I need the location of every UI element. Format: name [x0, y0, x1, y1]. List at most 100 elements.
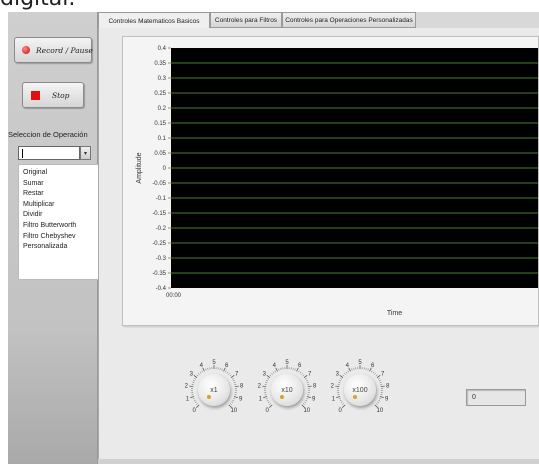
operation-selector-input[interactable] — [18, 146, 80, 160]
operation-selector-dropdown-button[interactable]: ▾ — [80, 146, 91, 160]
y-tick-label: 0.25 — [154, 91, 166, 97]
dial-number: 7 — [381, 372, 385, 378]
dial-tick — [269, 374, 272, 377]
operation-option[interactable]: Filtro Butterworth — [19, 221, 103, 232]
dial-tick — [192, 398, 195, 400]
knob-x10[interactable]: x10 — [271, 374, 303, 406]
dial-tick — [367, 368, 369, 371]
dial-number: 9 — [312, 397, 316, 403]
tab-label: Controles para Filtros — [214, 16, 278, 24]
dial-tick — [269, 404, 273, 408]
dial-tick — [379, 396, 384, 399]
dial-number: 1 — [259, 397, 263, 403]
dial-tick — [371, 370, 373, 373]
dial-tick — [303, 403, 305, 405]
dial-tick — [233, 396, 238, 399]
dial-tick — [199, 371, 202, 374]
numeric-indicator[interactable]: 0 — [466, 389, 526, 406]
dial-tick — [231, 378, 234, 380]
tab-controles-matematicos-basicos[interactable]: Controles Matematicos Basicos — [98, 12, 210, 29]
dial-tick — [380, 385, 385, 388]
dial-tick — [377, 378, 380, 380]
dial-tick — [292, 367, 294, 370]
dial-tick — [307, 385, 312, 388]
record-pause-button[interactable]: Record / Pause — [14, 37, 93, 63]
operation-option[interactable]: Multiplicar — [19, 200, 103, 211]
dial-number: 2 — [185, 384, 189, 390]
dial-tick — [221, 368, 223, 371]
dial-tick — [190, 396, 195, 399]
dial-tick — [379, 382, 382, 384]
stop-button[interactable]: Stop — [22, 82, 84, 108]
dial-tick — [201, 370, 203, 373]
dial-tick — [376, 403, 378, 405]
operation-option[interactable]: Personalizada — [19, 242, 103, 253]
dial-number: 7 — [308, 372, 312, 378]
dial-tick — [278, 368, 280, 371]
tab-label: Controles para Operaciones Personalizada… — [285, 16, 413, 24]
dial-number: 6 — [225, 363, 229, 369]
dial-tick — [304, 378, 307, 380]
knob-x1-label: x1 — [210, 386, 218, 394]
y-tick-label: -0.15 — [152, 211, 166, 217]
dial-tick — [230, 375, 235, 378]
dial-tick — [265, 382, 268, 384]
dial-tick — [303, 375, 308, 378]
dial-tick — [193, 380, 196, 382]
operation-selector-label: Seleccion de Operación — [8, 130, 88, 139]
operation-option[interactable]: Dividir — [19, 210, 103, 221]
dial-tick — [351, 368, 353, 371]
stop-label: Stop — [52, 90, 70, 100]
operation-option[interactable]: Sumar — [19, 179, 103, 190]
dial-tick — [228, 373, 230, 375]
y-tick-label: 0.35 — [154, 61, 166, 67]
dial-tick — [193, 399, 196, 402]
dial-tick — [198, 373, 200, 375]
knob-x100[interactable]: x100 — [344, 374, 376, 406]
dial-tick — [342, 404, 346, 408]
operation-option[interactable]: Restar — [19, 189, 103, 200]
dial-tick — [266, 380, 269, 382]
tab-controles-para-filtros[interactable]: Controles para Filtros — [210, 12, 282, 28]
y-tick-label: -0.35 — [152, 271, 166, 277]
dial-tick — [340, 378, 343, 380]
dial-tick — [376, 375, 381, 378]
knob-marker-icon — [280, 395, 284, 399]
dial-tick — [263, 396, 268, 399]
y-tick-label: 0.15 — [154, 121, 166, 127]
operation-option[interactable]: Filtro Chebyshev — [19, 232, 103, 243]
dial-tick — [272, 371, 275, 374]
dial-tick — [379, 398, 382, 400]
y-tick-label: -0.1 — [156, 196, 167, 202]
dial-number: 10 — [230, 408, 237, 414]
dial-tick — [267, 378, 270, 380]
knob-marker-icon — [207, 395, 211, 399]
waveform-plot: 0.4 0.35 0.3 0.25 0.2 0.15 0.1 0.05 0 -0.05 -0.1 -0… — [136, 46, 538, 317]
dial-tick — [339, 380, 342, 382]
dial-tick — [374, 373, 376, 375]
dial-tick — [193, 375, 198, 378]
dial-tick — [233, 382, 236, 384]
tab-controles-operaciones-personalizadas[interactable]: Controles para Operaciones Personalizada… — [282, 12, 416, 28]
dial-tick — [345, 371, 348, 374]
y-tick-label: -0.4 — [156, 286, 167, 292]
dial-tick — [232, 380, 235, 382]
tab-bar: Controles Matematicos Basicos Controles … — [98, 12, 539, 29]
dial-tick — [375, 374, 378, 377]
dial-tick — [192, 382, 195, 384]
dial-tick — [266, 399, 269, 402]
dial-tick — [196, 404, 200, 408]
y-tick-label: 0.4 — [158, 46, 167, 52]
x-axis-title: Time — [387, 310, 402, 317]
knob-x1[interactable]: x1 — [198, 374, 230, 406]
dial-tick — [269, 403, 271, 405]
operation-option[interactable]: Original — [19, 168, 103, 179]
dial-tick — [306, 382, 309, 384]
dial-tick — [194, 378, 197, 380]
y-axis-title: Amplitude — [136, 152, 143, 183]
knob-x1-group: 0 1 2 3 4 5 6 7 8 9 10 x1 — [181, 352, 249, 436]
dial-number: 6 — [298, 363, 302, 369]
dial-tick — [189, 385, 194, 388]
dial-tick — [196, 374, 199, 377]
y-tick-label: 0.3 — [158, 76, 167, 82]
